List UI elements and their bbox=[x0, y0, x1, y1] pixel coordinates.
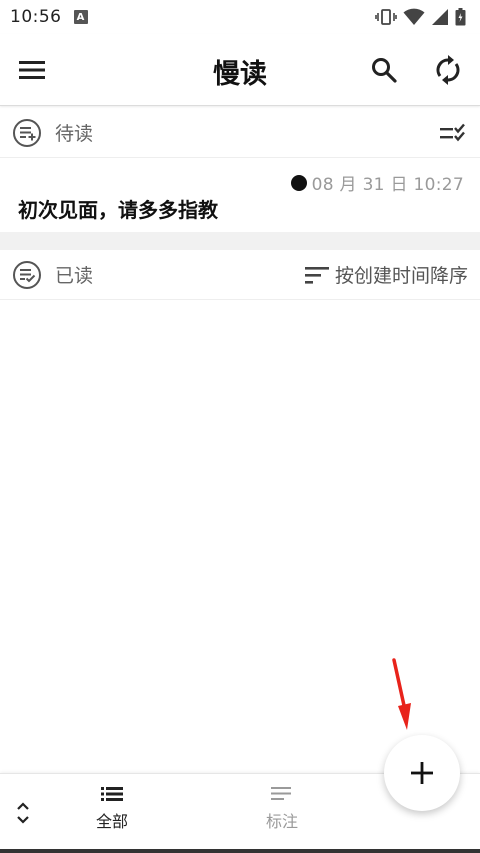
tab-all[interactable]: 全部 bbox=[67, 786, 157, 842]
pointer-arrow-icon bbox=[392, 658, 411, 730]
list-item[interactable]: 08 月 31 日 10:27 初次见面，请多多指教 bbox=[0, 158, 480, 232]
sync-icon bbox=[436, 55, 460, 85]
list-icon bbox=[101, 787, 123, 801]
expand-button[interactable] bbox=[10, 796, 36, 830]
app-bar: 慢读 bbox=[0, 34, 480, 106]
item-meta: 08 月 31 日 10:27 bbox=[290, 170, 464, 195]
battery-icon bbox=[455, 8, 466, 26]
wifi-icon bbox=[403, 8, 425, 25]
menu-icon bbox=[19, 61, 45, 79]
vibrate-icon bbox=[375, 9, 397, 25]
read-section-header: 已读 按创建时间降序 bbox=[0, 250, 480, 300]
sync-button[interactable] bbox=[430, 52, 466, 88]
unread-section-header: 待读 bbox=[0, 108, 480, 158]
plus-icon bbox=[411, 762, 433, 784]
tab-notes[interactable]: 标注 bbox=[237, 786, 327, 842]
status-icons bbox=[375, 8, 466, 26]
unread-dot-icon bbox=[290, 174, 307, 191]
status-time: 10:56 bbox=[10, 7, 62, 27]
add-button[interactable] bbox=[384, 735, 460, 811]
checklist-icon bbox=[440, 123, 465, 141]
search-icon bbox=[372, 58, 397, 83]
section-divider bbox=[0, 232, 480, 250]
read-section-title: 已读 bbox=[55, 265, 94, 287]
sort-icon bbox=[304, 266, 329, 284]
notification-icon: A bbox=[73, 10, 88, 24]
sort-button[interactable]: 按创建时间降序 bbox=[304, 261, 468, 288]
unfold-icon bbox=[17, 802, 29, 824]
item-date: 08 月 31 日 10:27 bbox=[311, 175, 464, 195]
tab-all-label: 全部 bbox=[95, 812, 128, 831]
signal-icon bbox=[432, 9, 448, 25]
status-bar: 10:56 A bbox=[0, 0, 480, 34]
sort-label: 按创建时间降序 bbox=[334, 265, 468, 287]
item-title: 初次见面，请多多指教 bbox=[18, 198, 218, 222]
playlist-check-icon bbox=[13, 260, 41, 289]
search-button[interactable] bbox=[366, 52, 402, 88]
playlist-add-icon bbox=[13, 118, 41, 147]
tab-notes-label: 标注 bbox=[265, 812, 298, 831]
menu-button[interactable] bbox=[14, 54, 50, 86]
notes-icon bbox=[271, 787, 291, 800]
system-nav-bar bbox=[0, 849, 480, 853]
batch-select-button[interactable] bbox=[440, 123, 468, 143]
page-title: 慢读 bbox=[213, 59, 267, 90]
unread-section-title: 待读 bbox=[55, 123, 94, 145]
